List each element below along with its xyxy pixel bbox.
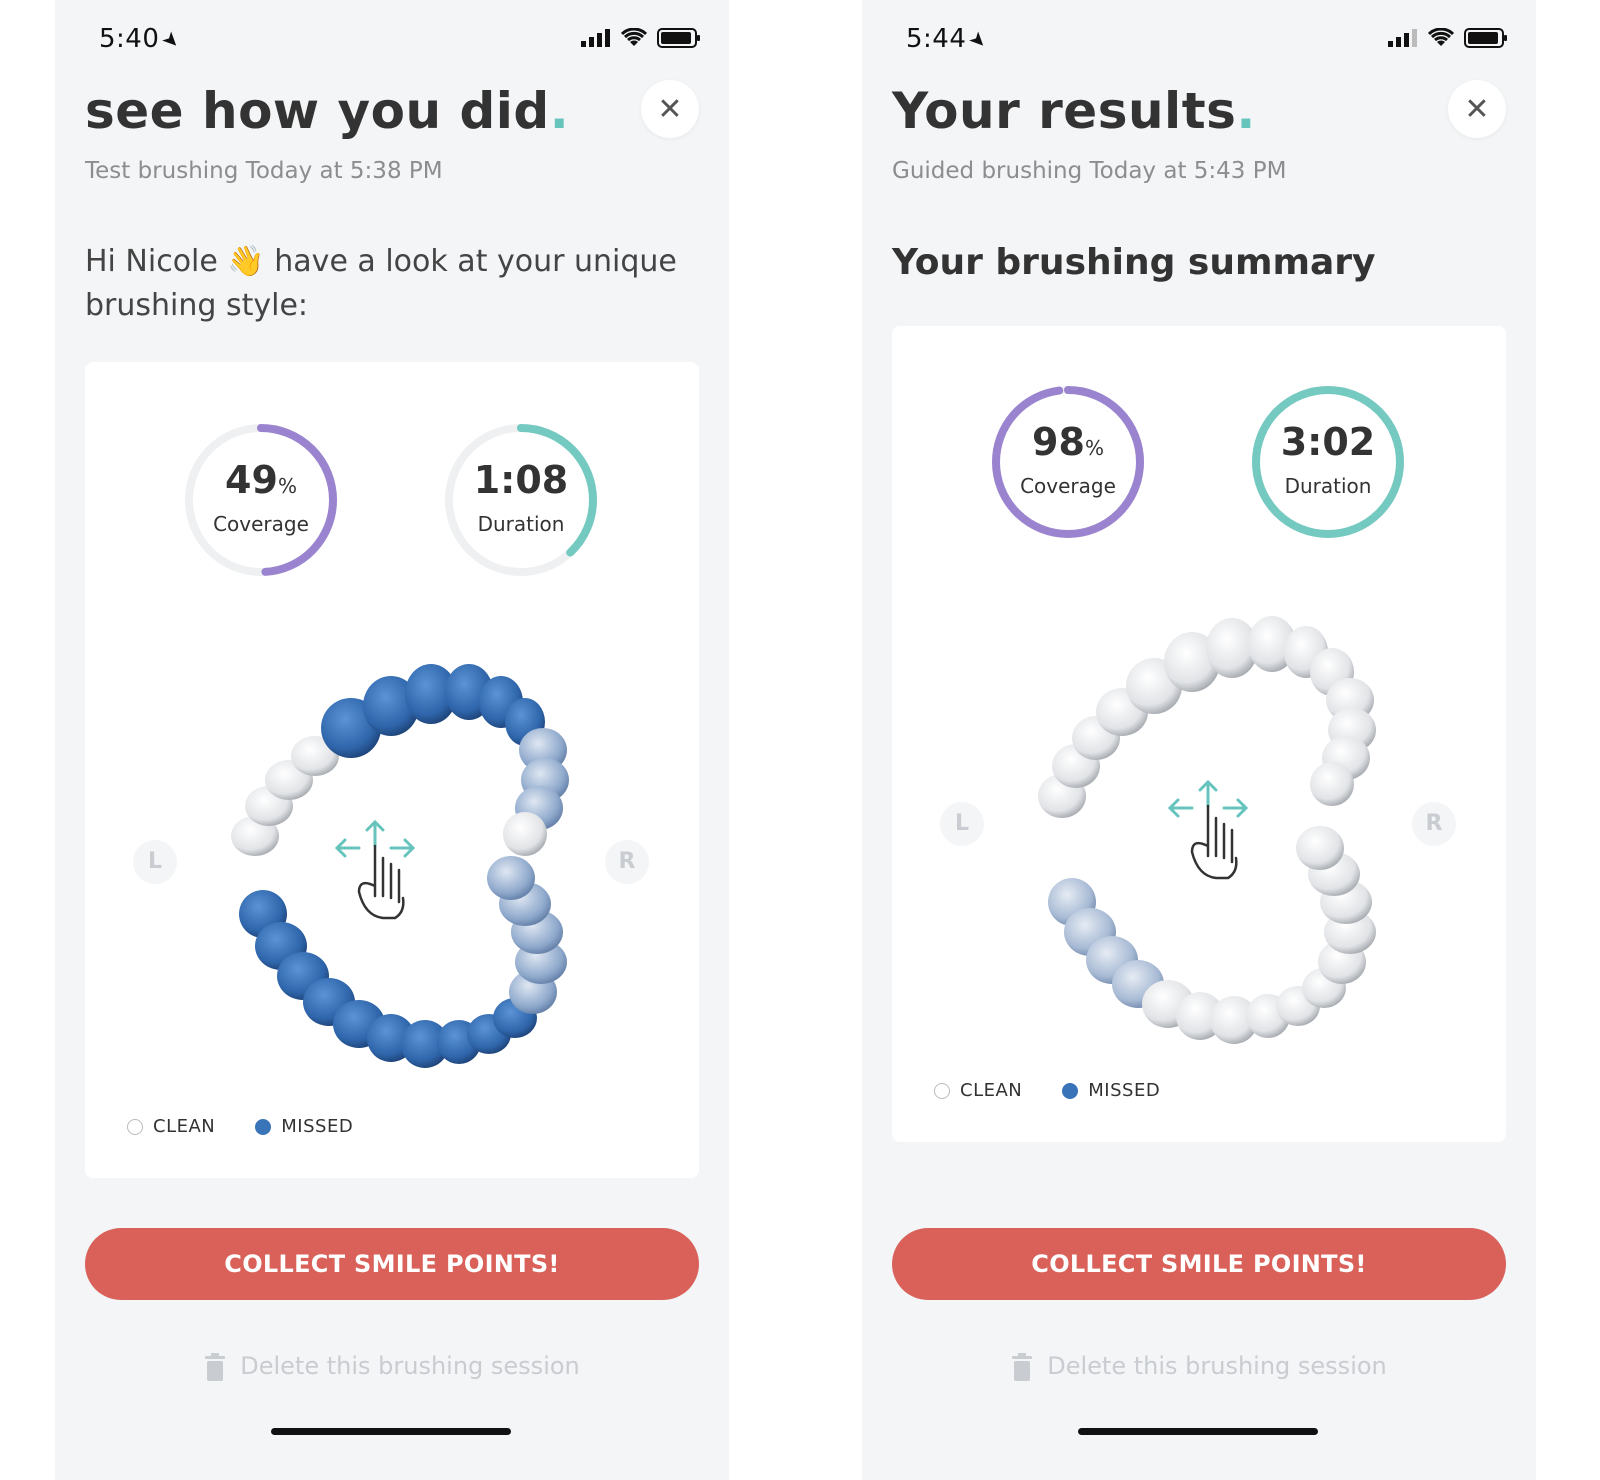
- legend: CLEAN MISSED: [934, 1080, 1200, 1101]
- lower-arch: [1048, 826, 1376, 1044]
- lower-arch: [239, 856, 567, 1068]
- delete-session-link[interactable]: Delete this brushing session: [862, 1352, 1536, 1381]
- close-icon: ✕: [1464, 91, 1490, 127]
- left-side-marker: L: [133, 840, 177, 884]
- signal-icon: [1388, 29, 1417, 47]
- duration-label: Duration: [477, 512, 565, 536]
- wifi-icon: [621, 28, 647, 46]
- legend-missed: MISSED: [255, 1116, 353, 1137]
- left-side-marker: L: [940, 802, 984, 846]
- duration-ring: 1:08 Duration: [441, 420, 601, 580]
- delete-session-link[interactable]: Delete this brushing session: [55, 1352, 729, 1381]
- duration-label: Duration: [1284, 474, 1372, 498]
- collect-smile-points-button[interactable]: COLLECT SMILE POINTS!: [892, 1228, 1506, 1300]
- clean-swatch: [934, 1082, 950, 1099]
- status-time: 5:40➤: [99, 24, 187, 55]
- phone-screen-guided-brushing: 5:44➤ Your results. ✕ Guided brushing To…: [862, 0, 1536, 1480]
- battery-icon: [657, 28, 700, 48]
- drag-rotate-icon[interactable]: [1167, 779, 1249, 880]
- missed-swatch: [255, 1118, 272, 1135]
- status-bar: 5:40➤: [55, 24, 729, 60]
- trash-icon: [1012, 1353, 1033, 1381]
- status-bar: 5:44➤: [862, 24, 1536, 60]
- upper-arch: [231, 664, 569, 856]
- legend: CLEAN MISSED: [127, 1116, 393, 1137]
- waving-hand-icon: 👋: [227, 244, 265, 279]
- page-title: Your results.: [892, 82, 1256, 140]
- greeting-text: Hi Nicole 👋 have a look at your unique b…: [85, 244, 677, 323]
- drag-rotate-icon[interactable]: [334, 819, 416, 920]
- location-arrow-icon: ➤: [964, 25, 994, 55]
- system-icons: [1388, 28, 1508, 48]
- close-button[interactable]: ✕: [641, 80, 699, 138]
- location-arrow-icon: ➤: [157, 25, 187, 55]
- section-heading: Your brushing summary: [892, 242, 1376, 283]
- coverage-ring: 49% Coverage: [181, 420, 341, 580]
- home-indicator: [271, 1428, 511, 1435]
- status-time: 5:44➤: [906, 24, 994, 55]
- session-subtitle: Test brushing Today at 5:38 PM: [85, 158, 443, 184]
- legend-clean: CLEAN: [934, 1080, 1022, 1101]
- teeth-3d-model[interactable]: [1032, 606, 1382, 1056]
- phone-screen-test-brushing: 5:40➤ see how you did. ✕ Test brushing T…: [55, 0, 729, 1480]
- teeth-3d-model[interactable]: [225, 646, 575, 1086]
- duration-value: 3:02: [1280, 420, 1376, 464]
- close-icon: ✕: [657, 91, 683, 127]
- results-card: 49% Coverage 1:08 Duration L R CLEAN MIS…: [85, 362, 699, 1178]
- signal-icon: [581, 29, 610, 47]
- right-side-marker: R: [605, 840, 649, 884]
- coverage-label: Coverage: [1020, 474, 1116, 498]
- coverage-value: 98%: [1032, 420, 1104, 464]
- coverage-label: Coverage: [213, 512, 309, 536]
- battery-icon: [1464, 28, 1507, 48]
- missed-swatch: [1062, 1082, 1079, 1099]
- trash-icon: [205, 1353, 226, 1381]
- legend-clean: CLEAN: [127, 1116, 215, 1137]
- home-indicator: [1078, 1428, 1318, 1435]
- wifi-icon: [1428, 28, 1454, 46]
- duration-value: 1:08: [473, 458, 569, 502]
- clean-swatch: [127, 1118, 143, 1135]
- coverage-ring: 98% Coverage: [988, 382, 1148, 542]
- close-button[interactable]: ✕: [1448, 80, 1506, 138]
- collect-smile-points-button[interactable]: COLLECT SMILE POINTS!: [85, 1228, 699, 1300]
- session-subtitle: Guided brushing Today at 5:43 PM: [892, 158, 1287, 184]
- page-title: see how you did.: [85, 82, 570, 140]
- coverage-value: 49%: [225, 458, 297, 502]
- right-side-marker: R: [1412, 802, 1456, 846]
- system-icons: [581, 28, 701, 48]
- results-card: 98% Coverage 3:02 Duration L R CLEAN MIS…: [892, 326, 1506, 1142]
- duration-ring: 3:02 Duration: [1248, 382, 1408, 542]
- legend-missed: MISSED: [1062, 1080, 1160, 1101]
